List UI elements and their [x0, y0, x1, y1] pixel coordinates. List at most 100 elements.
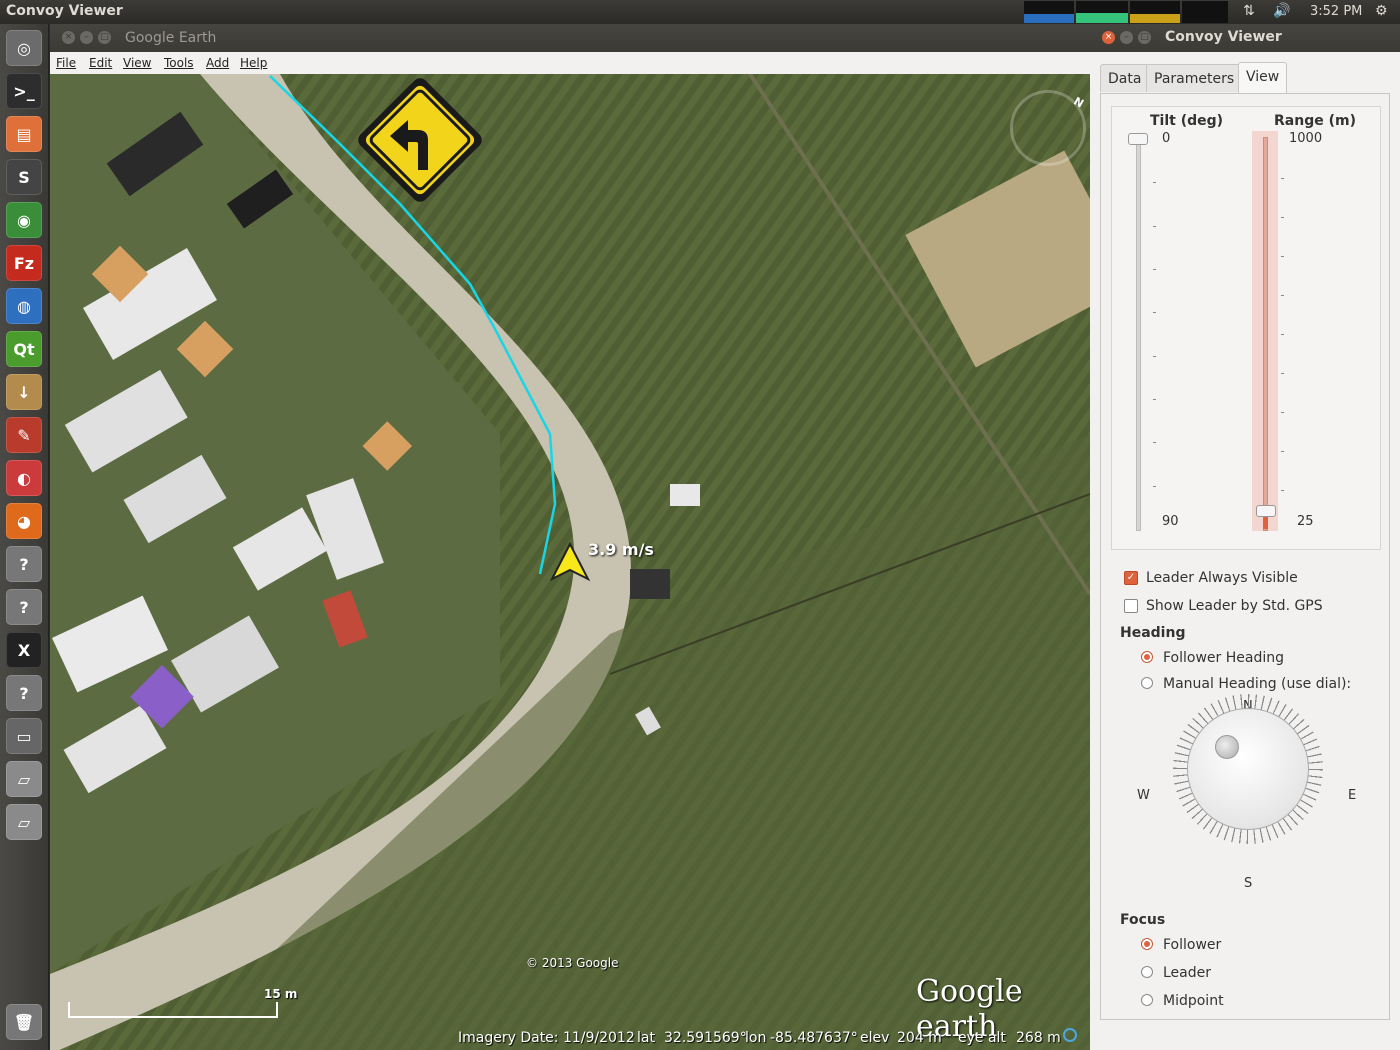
installer-icon[interactable]: ↓: [6, 374, 42, 410]
firefox-icon[interactable]: ◕: [6, 503, 42, 539]
slider-tick: [1281, 490, 1284, 491]
tilt-min-label: 0: [1162, 131, 1171, 146]
convoy-viewer-window: × – □ Convoy Viewer Data Parameters View…: [1090, 24, 1400, 1050]
heading-dial-knob[interactable]: [1187, 708, 1309, 830]
window-icon[interactable]: ▭: [6, 718, 42, 754]
trash-icon[interactable]: 🗑: [6, 1004, 42, 1040]
convoy-viewer-titlebar: × – □ Convoy Viewer: [1090, 24, 1400, 52]
window-title: Google Earth: [125, 30, 217, 46]
xterm-icon[interactable]: X: [6, 632, 42, 668]
elev-value: 204 m: [897, 1030, 942, 1046]
google-earth-icon[interactable]: ◍: [6, 288, 42, 324]
slider-tick: [1153, 355, 1156, 357]
tilt-slider-handle[interactable]: [1128, 133, 1148, 145]
radio-unselected[interactable]: [1141, 994, 1153, 1006]
minimize-icon[interactable]: –: [1120, 31, 1133, 44]
slider-tick: [1281, 295, 1284, 296]
map-view[interactable]: N 3.9 m/s © 2013 Google 15 m Google eart…: [50, 74, 1090, 1050]
cpu-graph: [1024, 1, 1074, 23]
minimize-icon[interactable]: –: [80, 31, 93, 44]
shed: [630, 569, 670, 599]
focus-section-label: Focus: [1120, 912, 1166, 928]
volume-icon[interactable]: 🔊: [1273, 3, 1290, 19]
range-label: Range (m): [1274, 113, 1356, 129]
slider-tick: [1153, 182, 1156, 184]
close-icon[interactable]: ×: [62, 31, 75, 44]
filezilla-icon[interactable]: Fz: [6, 245, 42, 281]
settings-icon[interactable]: ✎: [6, 417, 42, 453]
dial-south-label: S: [1244, 876, 1253, 891]
slider-tick: [1281, 256, 1284, 257]
dash-icon[interactable]: ◎: [6, 30, 42, 66]
slider-tick: [1153, 485, 1156, 487]
files-icon[interactable]: ▤: [6, 116, 42, 152]
menu-help[interactable]: Help: [240, 56, 267, 70]
unknown-app-icon[interactable]: ?: [6, 589, 42, 625]
qt-icon[interactable]: Qt: [6, 331, 42, 367]
dial-east-label: E: [1348, 788, 1357, 803]
lon-label: lon: [745, 1030, 767, 1046]
launcher: ◎ >_ ▤ S ◉ Fz ◍ Qt ↓ ✎ ◐ ◕?? X? ▭ ▱ ▱ 🗑: [0, 24, 49, 1050]
range-slider-handle[interactable]: [1256, 505, 1276, 517]
lon-value: -85.487637°: [770, 1030, 858, 1046]
drive-icon[interactable]: ▱: [6, 804, 42, 840]
gear-icon[interactable]: ⚙: [1375, 3, 1388, 19]
slider-tick: [1153, 442, 1156, 444]
clock[interactable]: 3:52 PM: [1310, 4, 1362, 19]
speed-label: 3.9 m/s: [588, 540, 654, 559]
tilt-slider[interactable]: [1136, 137, 1141, 531]
streaming-icon: [1063, 1028, 1077, 1042]
tab-view[interactable]: View: [1238, 62, 1288, 94]
range-slider[interactable]: [1263, 137, 1268, 531]
menu-view[interactable]: View: [123, 56, 151, 70]
close-icon[interactable]: ×: [1102, 31, 1115, 44]
maximize-icon[interactable]: □: [1138, 31, 1151, 44]
eye-alt-label: eye alt: [958, 1030, 1006, 1046]
menu-edit[interactable]: Edit: [89, 56, 112, 70]
elev-label: elev: [860, 1030, 890, 1046]
slider-tick: [1281, 178, 1284, 179]
checkbox-unchecked[interactable]: [1124, 599, 1138, 613]
lat-label: lat: [637, 1030, 655, 1046]
slider-tick: [1153, 269, 1156, 270]
slider-tick: [1281, 412, 1284, 413]
slider-tick: [1153, 225, 1156, 227]
radio-unselected[interactable]: [1141, 677, 1153, 689]
slider-tick: [1281, 217, 1284, 218]
unknown-app-icon[interactable]: ?: [6, 675, 42, 711]
heading-section-label: Heading: [1120, 625, 1186, 641]
chrome-icon[interactable]: ◉: [6, 202, 42, 238]
unknown-app-icon[interactable]: ?: [6, 546, 42, 582]
maximize-icon[interactable]: □: [98, 31, 111, 44]
checkbox-checked[interactable]: ✓: [1124, 571, 1138, 585]
terminal-icon[interactable]: >_: [6, 73, 42, 109]
sublime-icon[interactable]: S: [6, 159, 42, 195]
tab-data[interactable]: Data: [1100, 64, 1150, 92]
radio-unselected[interactable]: [1141, 966, 1153, 978]
memory-graph: [1076, 1, 1128, 23]
imagery-date: Imagery Date: 11/9/2012: [458, 1030, 635, 1046]
drive-icon[interactable]: ▱: [6, 761, 42, 797]
menu-file[interactable]: File: [56, 56, 76, 70]
menu-bar: File Edit View Tools Add Help: [50, 52, 1090, 75]
radio-selected[interactable]: [1141, 651, 1153, 663]
google-earth-titlebar: × – □ Google Earth: [50, 24, 1090, 52]
active-app-title: Convoy Viewer: [6, 3, 123, 19]
camera-sliders-frame: Tilt (deg) Range (m) 0 90 1000 25: [1111, 106, 1381, 550]
menu-tools[interactable]: Tools: [164, 56, 194, 70]
dial-indicator: [1215, 735, 1239, 759]
network-arrows-icon[interactable]: ⇅: [1243, 3, 1255, 19]
scale-bar: [68, 1002, 278, 1018]
app-icon[interactable]: ◐: [6, 460, 42, 496]
disk-graph: [1182, 1, 1228, 23]
slider-tick: [1153, 399, 1156, 400]
window-title: Convoy Viewer: [1165, 29, 1282, 45]
tab-parameters[interactable]: Parameters: [1146, 64, 1243, 92]
radio-selected[interactable]: [1141, 938, 1153, 950]
dial-west-label: W: [1137, 788, 1150, 803]
slider-tick: [1281, 451, 1284, 452]
tilt-max-label: 90: [1162, 514, 1179, 529]
heading-dial[interactable]: [1173, 694, 1323, 844]
range-min-label: 25: [1297, 514, 1314, 529]
menu-add[interactable]: Add: [206, 56, 229, 70]
